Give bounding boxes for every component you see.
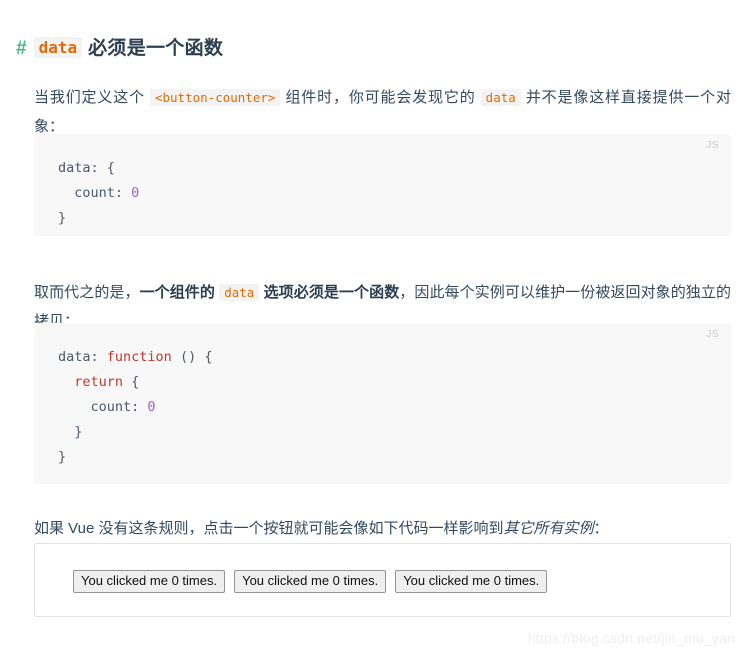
code-token: () { bbox=[171, 349, 213, 365]
code-token: count: bbox=[58, 399, 148, 415]
paragraph-rule-bold1: 一个组件的 bbox=[139, 284, 215, 301]
code-content-1[interactable]: data: { count: 0 } bbox=[34, 156, 731, 231]
inline-code-data-2: data bbox=[219, 284, 260, 301]
code-token: function bbox=[106, 349, 172, 365]
code-token: } bbox=[58, 424, 83, 440]
code-token: } bbox=[58, 449, 67, 465]
paragraph-intro-seg2: 组件时，你可能会发现它的 bbox=[285, 89, 476, 106]
code-token: data: { bbox=[58, 160, 115, 176]
code-token: return bbox=[74, 374, 124, 390]
demo-button-group: You clicked me 0 times. You clicked me 0… bbox=[73, 570, 548, 593]
code-token: { bbox=[123, 374, 140, 390]
heading-label: 必须是一个函数 bbox=[88, 37, 224, 59]
code-content-2[interactable]: data: function () { return { count: 0 } … bbox=[34, 345, 731, 470]
paragraph-consequence: 如果 Vue 没有这条规则，点击一个按钮就可能会像如下代码一样影响到其它所有实例… bbox=[34, 514, 731, 543]
inline-code-button-counter: <button-counter> bbox=[149, 89, 281, 106]
code-token: count: bbox=[58, 185, 132, 201]
code-language-badge: JS bbox=[706, 329, 719, 340]
heading-inline-code: data bbox=[33, 36, 83, 58]
inline-code-data-1: data bbox=[480, 89, 521, 106]
live-demo-container: You clicked me 0 times. You clicked me 0… bbox=[34, 543, 731, 617]
paragraph-rule-seg1: 取而代之的是， bbox=[34, 284, 140, 301]
paragraph-intro-seg1: 当我们定义这个 bbox=[34, 89, 145, 106]
code-block-data-function: JS data: function () { return { count: 0… bbox=[34, 323, 731, 484]
article-page: # data 必须是一个函数 当我们定义这个 <button-counter> 组件… bbox=[0, 0, 743, 652]
paragraph-intro: 当我们定义这个 <button-counter> 组件时，你可能会发现它的 da… bbox=[34, 83, 731, 141]
code-token: } bbox=[58, 210, 67, 226]
code-token: 0 bbox=[131, 185, 140, 201]
code-language-badge: JS bbox=[706, 140, 719, 151]
heading-anchor-icon[interactable]: # bbox=[16, 38, 27, 59]
code-token: data: bbox=[58, 349, 107, 365]
paragraph-consequence-seg2: ： bbox=[593, 520, 609, 537]
counter-button-2[interactable]: You clicked me 0 times. bbox=[234, 570, 387, 593]
paragraph-consequence-italic: 其它所有实例 bbox=[503, 520, 594, 537]
counter-button-1[interactable]: You clicked me 0 times. bbox=[73, 570, 226, 593]
page-title: # data 必须是一个函数 bbox=[16, 34, 223, 63]
paragraph-consequence-seg1: 如果 Vue 没有这条规则，点击一个按钮就可能会像如下代码一样影响到 bbox=[34, 520, 504, 537]
watermark-url: https://blog.csdn.net/jin_mu_yan bbox=[527, 630, 735, 646]
counter-button-3[interactable]: You clicked me 0 times. bbox=[395, 570, 548, 593]
code-token: 0 bbox=[147, 399, 156, 415]
paragraph-rule-bold2: 选项必须是一个函数 bbox=[263, 284, 400, 301]
code-block-object-literal: JS data: { count: 0 } bbox=[34, 134, 731, 236]
